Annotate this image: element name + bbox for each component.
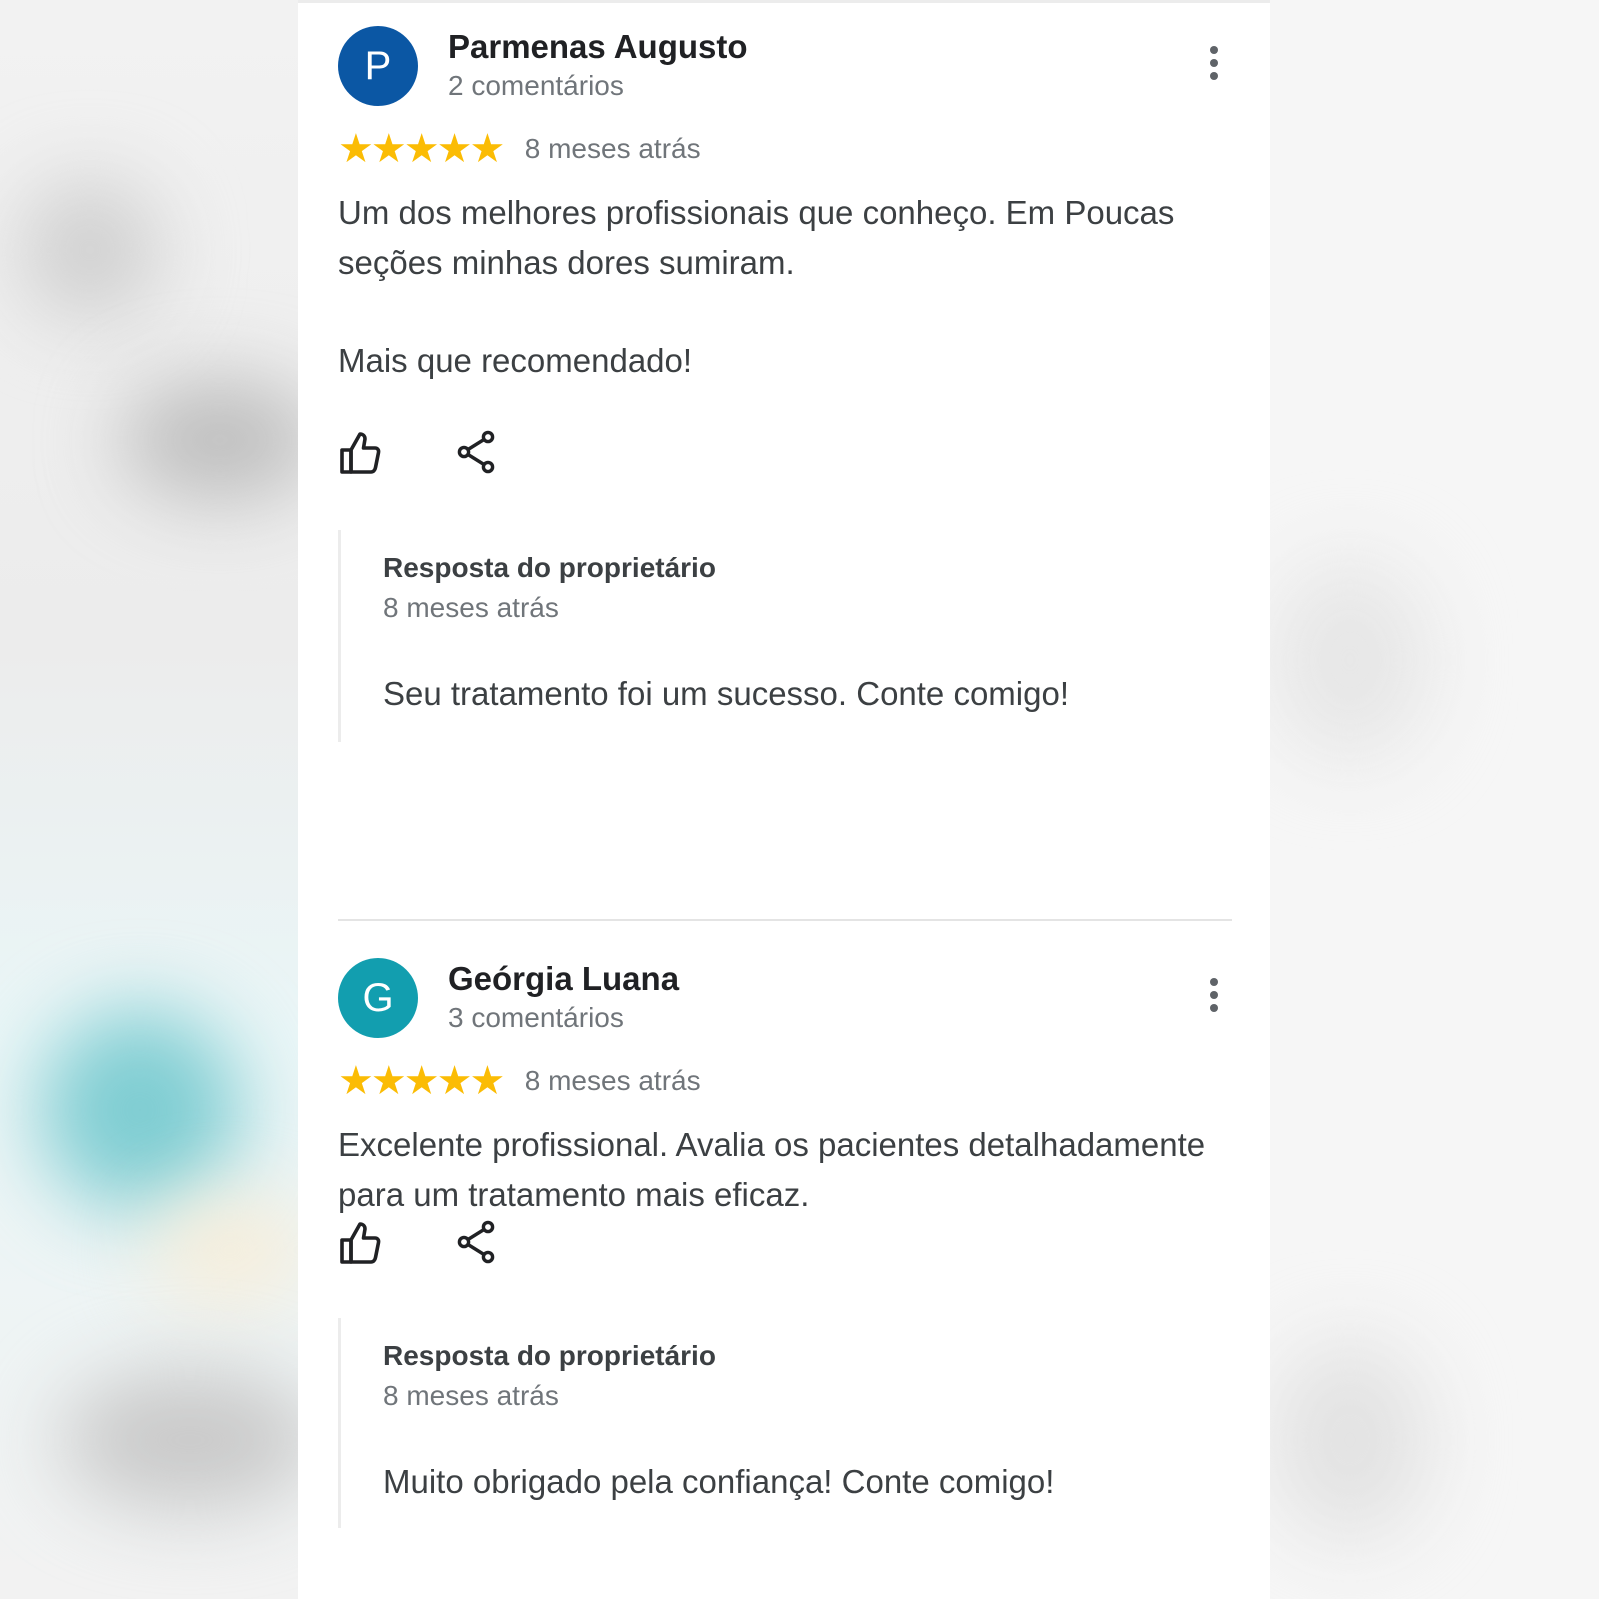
blur-blob — [40, 1010, 240, 1210]
blur-blob — [120, 380, 320, 500]
review-count: 2 comentários — [448, 70, 624, 101]
owner-reply-title: Resposta do proprietário — [383, 552, 716, 583]
blur-blob — [150, 1200, 310, 1300]
star-icon: ★ — [403, 127, 440, 171]
reviewer-name[interactable]: Parmenas Augusto — [448, 26, 748, 68]
avatar[interactable]: P — [338, 26, 418, 106]
review-paragraph: Mais que recomendado! — [338, 342, 693, 379]
review-time: 8 meses atrás — [524, 1065, 701, 1096]
review-time: 8 meses atrás — [524, 133, 701, 164]
star-icon: ★ — [469, 127, 505, 171]
star-icon: ★ — [338, 1059, 374, 1103]
star-icon: ★ — [436, 1059, 473, 1103]
blur-blob — [1270, 1340, 1430, 1540]
more-vert-icon[interactable] — [1208, 978, 1220, 1016]
review-count: 3 comentários — [448, 1002, 624, 1033]
thumb-up-icon[interactable] — [338, 1218, 386, 1266]
reviewer-name[interactable]: Geórgia Luana — [448, 958, 679, 1000]
owner-reply-text: Seu tratamento foi um sucesso. Conte com… — [383, 675, 1070, 712]
review-paragraph: Excelente profissional. Avalia os pacien… — [338, 1126, 1206, 1213]
rating-row: ★★★★★ 8 meses atrás — [338, 1060, 701, 1102]
top-divider — [298, 0, 1270, 3]
star-icon: ★ — [436, 127, 473, 171]
share-icon[interactable] — [452, 428, 500, 476]
star-rating: ★★★★★ — [338, 1059, 505, 1103]
blur-blob — [60, 1370, 320, 1510]
owner-reply-title: Resposta do proprietário — [383, 1340, 716, 1371]
star-icon: ★ — [338, 127, 374, 171]
share-icon[interactable] — [452, 1218, 500, 1266]
star-icon: ★ — [469, 1059, 505, 1103]
owner-reply: Resposta do proprietário 8 meses atrás S… — [338, 530, 1235, 742]
review-text: Um dos melhores profissionais que conheç… — [338, 188, 1232, 386]
star-rating: ★★★★★ — [338, 127, 505, 171]
star-icon: ★ — [370, 127, 407, 171]
more-vert-icon[interactable] — [1208, 46, 1220, 84]
blur-blob — [1270, 560, 1430, 760]
owner-reply-text: Muito obrigado pela confiança! Conte com… — [383, 1463, 1055, 1500]
owner-reply: Resposta do proprietário 8 meses atrás M… — [338, 1318, 1235, 1528]
review-divider — [338, 919, 1232, 921]
screenshot-stage: P Parmenas Augusto 2 comentários ★★★★★ 8… — [0, 0, 1599, 1599]
reviews-panel: P Parmenas Augusto 2 comentários ★★★★★ 8… — [298, 0, 1270, 1599]
blur-blob — [20, 180, 160, 320]
review-paragraph: Um dos melhores profissionais que conheç… — [338, 194, 1175, 281]
thumb-up-icon[interactable] — [338, 428, 386, 476]
star-icon: ★ — [370, 1059, 407, 1103]
review-text: Excelente profissional. Avalia os pacien… — [338, 1120, 1232, 1220]
star-icon: ★ — [403, 1059, 440, 1103]
owner-reply-time: 8 meses atrás — [383, 1380, 559, 1411]
rating-row: ★★★★★ 8 meses atrás — [338, 128, 701, 170]
avatar[interactable]: G — [338, 958, 418, 1038]
owner-reply-time: 8 meses atrás — [383, 592, 559, 623]
